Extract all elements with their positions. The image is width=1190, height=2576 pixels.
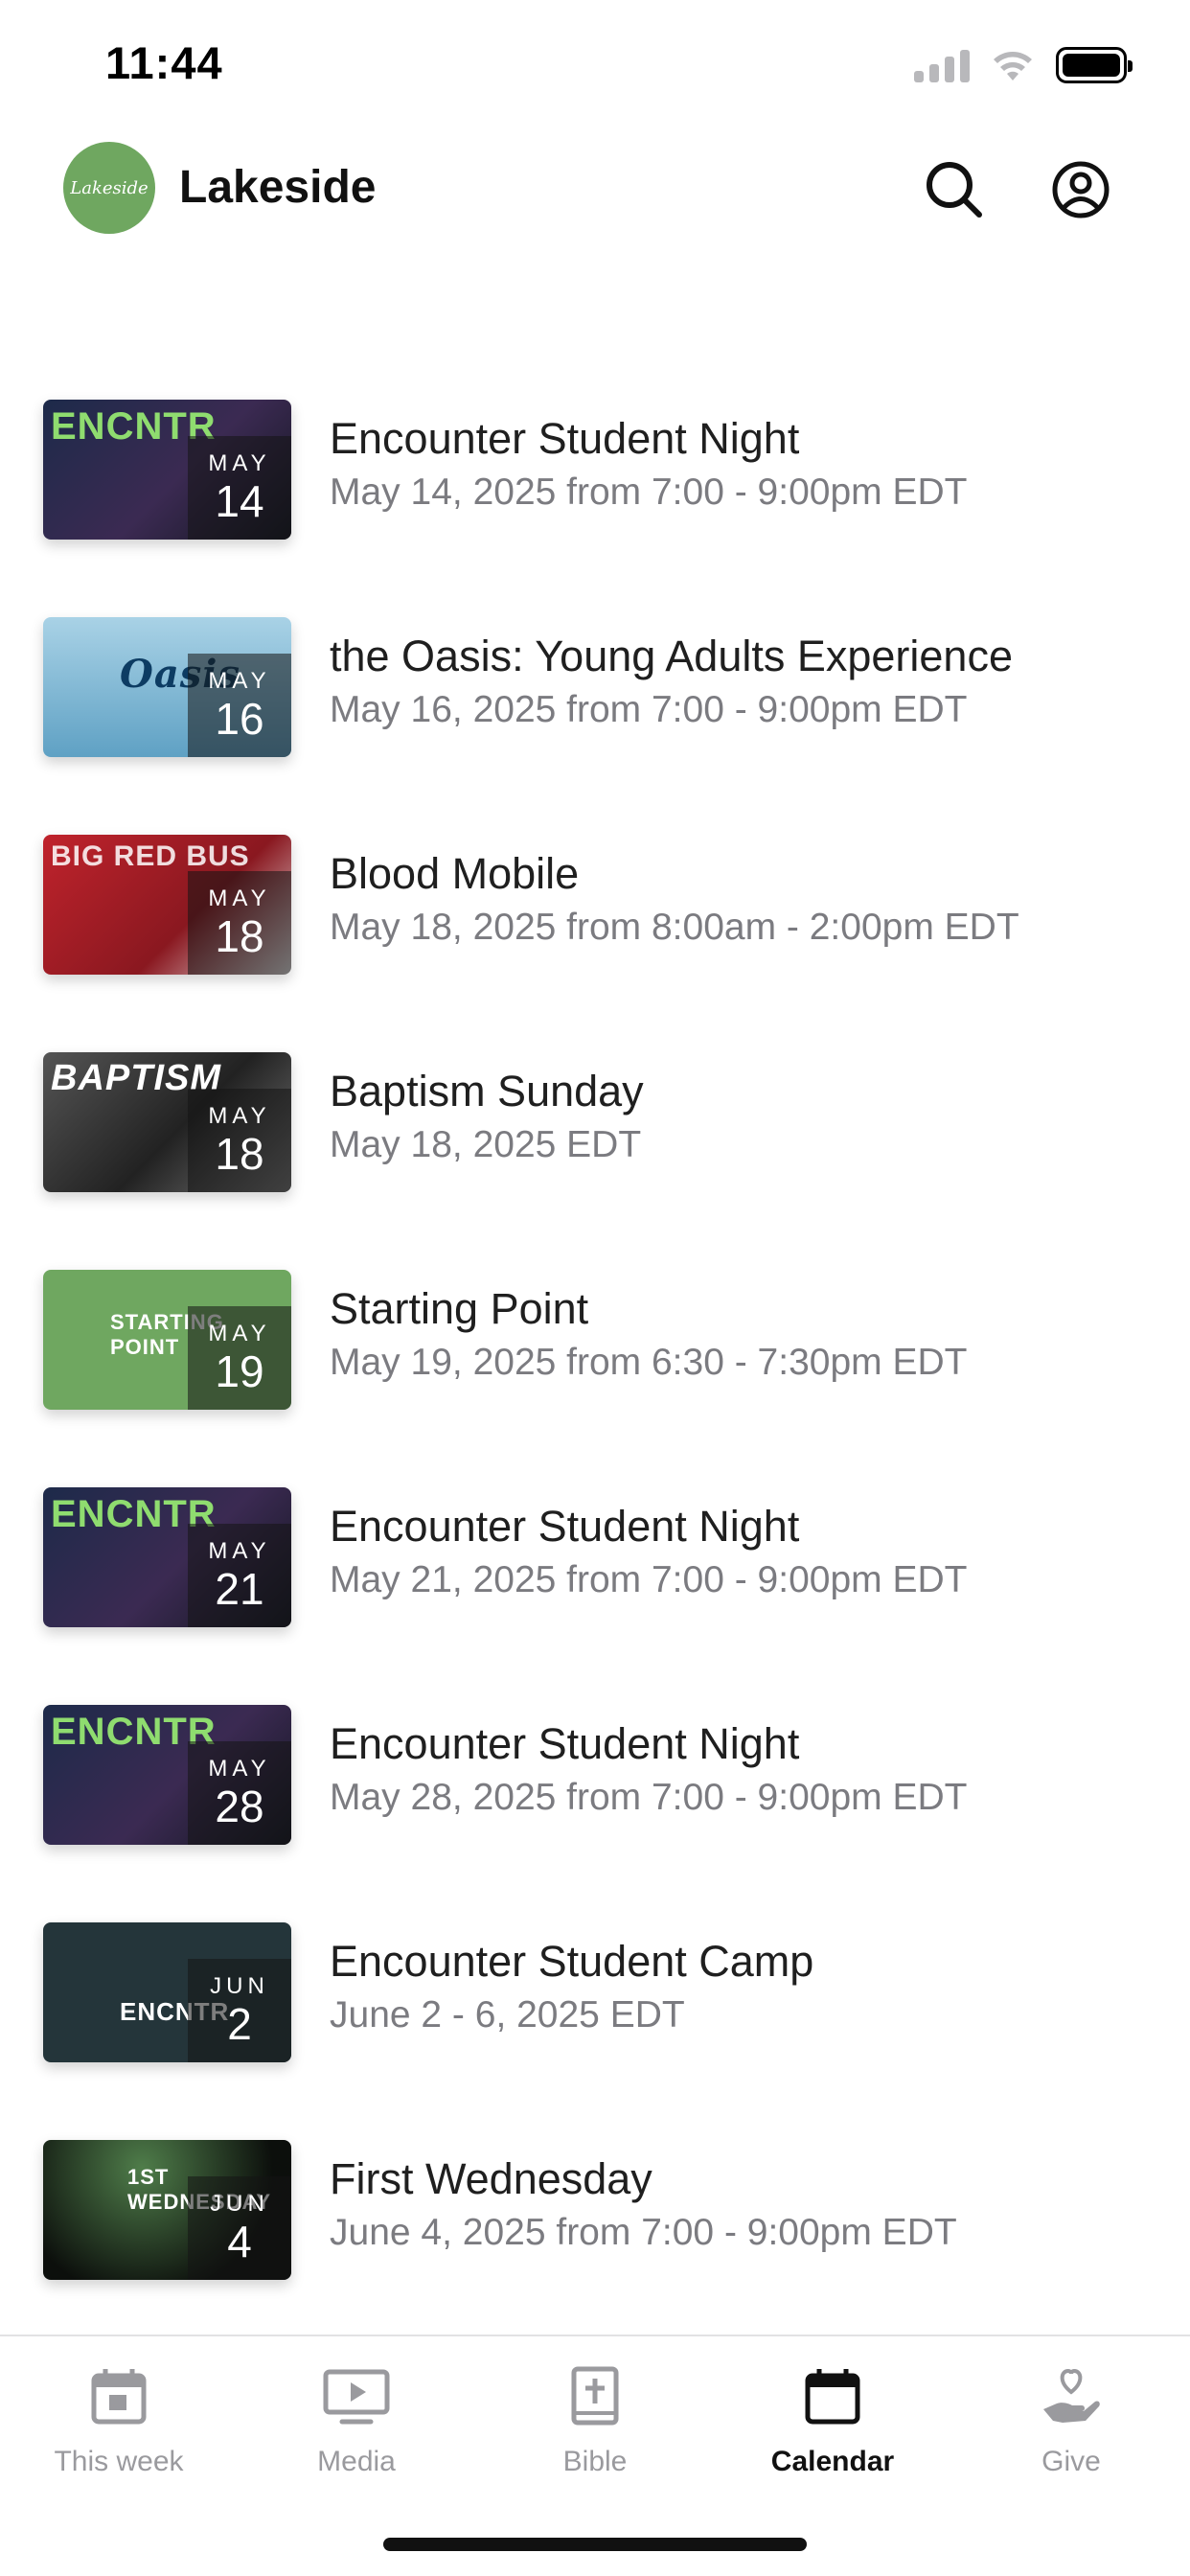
event-date-badge: JUN 2 — [188, 1959, 291, 2062]
event-thumbnail: Oasis MAY 16 — [43, 617, 291, 757]
event-datetime: May 21, 2025 from 7:00 - 9:00pm EDT — [330, 1559, 968, 1600]
event-title: Blood Mobile — [330, 849, 580, 898]
event-day: 18 — [215, 911, 264, 961]
event-row[interactable]: BIG RED BUS MAY 18 Blood Mobile May 18, … — [0, 835, 1190, 975]
event-thumbnail: BIG RED BUS MAY 18 — [43, 835, 291, 975]
profile-icon — [1052, 161, 1110, 218]
thumbnail-art-text: BIG RED BUS — [51, 840, 250, 872]
event-month: MAY — [208, 1756, 271, 1782]
event-datetime: May 28, 2025 from 7:00 - 9:00pm EDT — [330, 1777, 968, 1818]
event-day: 14 — [215, 476, 264, 526]
event-thumbnail: ENCNTR JUN 2 — [43, 1922, 291, 2062]
event-title: Encounter Student Night — [330, 414, 800, 463]
tab-label: Bible — [562, 2446, 628, 2477]
tab-media[interactable]: Media — [238, 2336, 475, 2499]
play-screen-icon — [323, 2363, 390, 2430]
event-day: 28 — [215, 1782, 264, 1831]
calendar-day-icon — [85, 2363, 152, 2430]
event-row[interactable]: BAPTISM MAY 18 Baptism Sunday May 18, 20… — [0, 1052, 1190, 1192]
tab-label: Media — [317, 2446, 396, 2477]
event-month: MAY — [208, 1321, 271, 1346]
tab-label: Give — [1041, 2446, 1101, 2477]
event-thumbnail: 1ST WEDNESDAY JUN 4 — [43, 2140, 291, 2280]
event-title: Baptism Sunday — [330, 1067, 644, 1116]
tab-calendar[interactable]: Calendar — [714, 2336, 951, 2499]
event-thumbnail: STARTING POINT MAY 19 — [43, 1270, 291, 1410]
event-thumbnail: ENCNTR MAY 14 — [43, 400, 291, 540]
event-title: First Wednesday — [330, 2154, 652, 2203]
event-title: Encounter Student Camp — [330, 1937, 814, 1986]
event-month: MAY — [208, 1538, 271, 1564]
app-header: Lakeside Lakeside — [0, 142, 1190, 238]
event-datetime: May 16, 2025 from 7:00 - 9:00pm EDT — [330, 689, 968, 730]
profile-button[interactable] — [1048, 157, 1113, 222]
event-month: MAY — [208, 668, 271, 694]
event-datetime: May 18, 2025 from 8:00am - 2:00pm EDT — [330, 907, 1019, 948]
event-date-badge: MAY 16 — [188, 654, 291, 757]
app-title: Lakeside — [179, 162, 377, 213]
status-time: 11:44 — [105, 37, 223, 88]
tab-bible[interactable]: Bible — [476, 2336, 714, 2499]
event-title: Starting Point — [330, 1284, 589, 1333]
home-indicator[interactable] — [383, 2538, 807, 2551]
event-title: Encounter Student Night — [330, 1719, 800, 1768]
cellular-signal-icon — [914, 48, 970, 82]
event-datetime: May 19, 2025 from 6:30 - 7:30pm EDT — [330, 1342, 968, 1383]
event-datetime: June 2 - 6, 2025 EDT — [330, 1994, 685, 2036]
give-hand-heart-icon — [1038, 2363, 1105, 2430]
event-date-badge: MAY 28 — [188, 1741, 291, 1845]
event-date-badge: MAY 14 — [188, 436, 291, 540]
event-row[interactable]: Oasis MAY 16 the Oasis: Young Adults Exp… — [0, 617, 1190, 757]
event-row[interactable]: 1ST WEDNESDAY JUN 4 First Wednesday June… — [0, 2140, 1190, 2280]
event-row[interactable]: ENCNTR MAY 21 Encounter Student Night Ma… — [0, 1487, 1190, 1627]
event-title: the Oasis: Young Adults Experience — [330, 632, 1013, 680]
event-date-badge: MAY 18 — [188, 1089, 291, 1192]
battery-icon — [1056, 47, 1133, 83]
event-date-badge: MAY 18 — [188, 871, 291, 975]
event-datetime: June 4, 2025 from 7:00 - 9:00pm EDT — [330, 2212, 957, 2253]
bible-icon — [561, 2363, 629, 2430]
event-day: 2 — [227, 1999, 252, 2049]
app-screen: 11:44 Lakeside Lakeside ENCNTR MAY 14 En… — [0, 0, 1190, 2576]
event-month: MAY — [208, 450, 271, 476]
event-datetime: May 14, 2025 from 7:00 - 9:00pm EDT — [330, 472, 968, 513]
status-icons — [914, 46, 1133, 84]
event-month: MAY — [208, 1103, 271, 1129]
event-day: 16 — [215, 694, 264, 744]
event-month: JUN — [210, 1973, 269, 1999]
tab-this-week[interactable]: This week — [0, 2336, 238, 2499]
logo-text: Lakeside — [70, 177, 149, 198]
event-row[interactable]: STARTING POINT MAY 19 Starting Point May… — [0, 1270, 1190, 1410]
event-month: MAY — [208, 886, 271, 911]
event-row[interactable]: ENCNTR MAY 28 Encounter Student Night Ma… — [0, 1705, 1190, 1845]
calendar-icon — [799, 2363, 866, 2430]
event-datetime: May 18, 2025 EDT — [330, 1124, 642, 1165]
church-logo[interactable]: Lakeside — [63, 142, 155, 234]
search-button[interactable] — [922, 157, 987, 222]
event-day: 19 — [215, 1346, 264, 1396]
event-date-badge: MAY 19 — [188, 1306, 291, 1410]
event-thumbnail: ENCNTR MAY 21 — [43, 1487, 291, 1627]
event-title: Encounter Student Night — [330, 1502, 800, 1551]
event-day: 4 — [227, 2217, 252, 2266]
event-date-badge: MAY 21 — [188, 1524, 291, 1627]
event-row[interactable]: ENCNTR MAY 14 Encounter Student Night Ma… — [0, 400, 1190, 540]
tab-label: This week — [54, 2446, 184, 2477]
event-thumbnail: ENCNTR MAY 28 — [43, 1705, 291, 1845]
search-icon — [927, 162, 982, 218]
wifi-icon — [994, 52, 1032, 80]
event-month: JUN — [210, 2191, 269, 2217]
event-day: 18 — [215, 1129, 264, 1179]
event-row[interactable]: ENCNTR JUN 2 Encounter Student Camp June… — [0, 1922, 1190, 2062]
event-thumbnail: BAPTISM MAY 18 — [43, 1052, 291, 1192]
event-date-badge: JUN 4 — [188, 2176, 291, 2280]
tab-give[interactable]: Give — [952, 2336, 1190, 2499]
status-bar: 11:44 — [0, 0, 1190, 129]
event-day: 21 — [215, 1564, 264, 1614]
tab-label: Calendar — [770, 2446, 895, 2477]
